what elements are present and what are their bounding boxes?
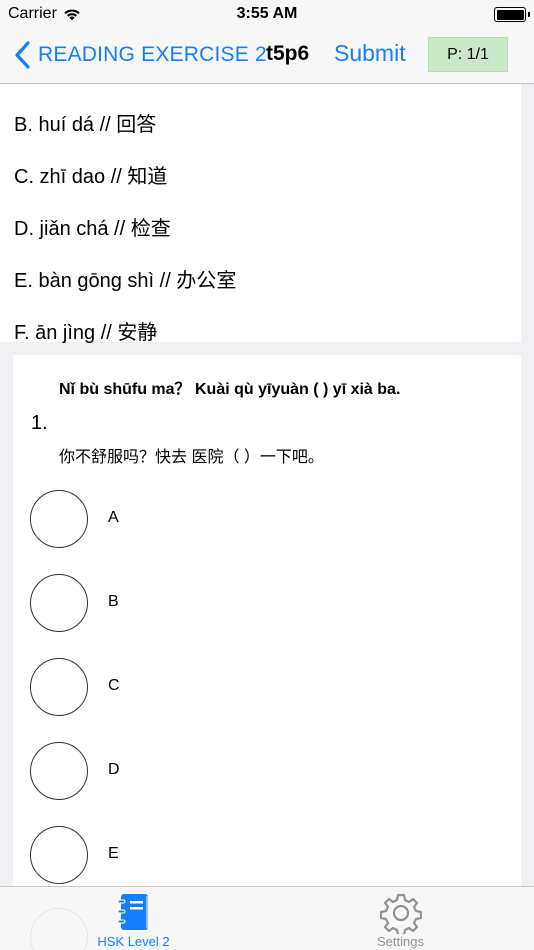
back-button-label: READING EXERCISE 2 [38,43,267,66]
radio-button[interactable] [30,490,88,548]
choice-label: E [108,845,119,862]
option-d: D. jiǎn chá // 检查 [14,218,171,240]
answer-choice-d[interactable]: D [30,742,510,802]
option-e: E. bàn gōng shì // 办公室 [14,270,237,292]
question-card: 1. Nǐ bù shūfu ma？ Kuài qù yīyuàn ( ) yī… [13,355,521,895]
tab-settings[interactable]: Settings [267,887,534,950]
option-f: F. ān jìng // 安静 [14,322,158,344]
page-title: t5p6 [266,42,310,65]
gear-icon [379,893,422,934]
radio-button[interactable] [30,574,88,632]
option-c: C. zhī dao // 知道 [14,166,168,188]
word-options-card: B. huí dá // 回答 C. zhī dao // 知道 D. jiǎn… [0,84,521,344]
radio-button[interactable] [30,826,88,884]
answer-choice-a[interactable]: A [30,490,510,550]
back-button[interactable]: READING EXERCISE 2 [12,40,267,70]
choice-label: B [108,593,119,610]
answer-choice-e[interactable]: E [30,826,510,886]
question-pinyin: Nǐ bù shūfu ma？ Kuài qù yīyuàn ( ) yī xi… [59,381,401,398]
navigation-bar: READING EXERCISE 2 t5p6 Submit P: 1/1 [0,28,534,84]
chevron-left-icon [15,41,30,69]
notebook-icon [117,894,148,930]
battery-icon [494,7,530,22]
option-b: B. huí dá // 回答 [14,114,157,136]
status-bar: Carrier 3:55 AM [0,0,534,28]
status-time: 3:55 AM [236,5,298,22]
question-hanzi: 你不舒服吗？快去 医院（ ）一下吧。 [59,449,324,466]
choice-label: C [108,677,120,694]
choice-label: A [108,509,119,526]
answer-choice-b[interactable]: B [30,574,510,634]
page-indicator-badge: P: 1/1 [428,37,508,72]
submit-button[interactable]: Submit [334,40,406,67]
answer-choice-c[interactable]: C [30,658,510,718]
question-number: 1. [31,412,48,434]
choice-label: D [108,761,120,778]
radio-button[interactable] [30,742,88,800]
tab-label: Settings [377,934,424,949]
radio-button[interactable] [30,658,88,716]
